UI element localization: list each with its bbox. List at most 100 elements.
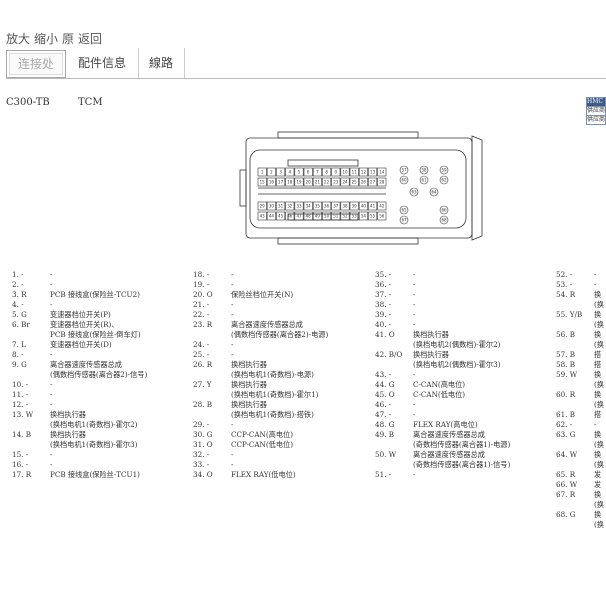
pin-number: 3. R bbox=[12, 290, 27, 299]
svg-text:49: 49 bbox=[315, 213, 321, 218]
pin-list-col3: 35. - -36. - -37. - -38. - -39. - -40. - -41. … bbox=[375, 270, 510, 480]
svg-text:15: 15 bbox=[260, 179, 266, 184]
pin-description: 换 (换 bbox=[594, 330, 604, 349]
svg-text:30: 30 bbox=[269, 203, 275, 208]
pin-number: 28. B bbox=[193, 400, 212, 409]
pin-description: - bbox=[413, 300, 416, 309]
pin-entry: 13. W 换档执行器 (换档电机1(奇数档)-霍尔2) bbox=[12, 410, 147, 430]
svg-text:18: 18 bbox=[287, 179, 293, 184]
pin-number: 43. - bbox=[375, 370, 392, 379]
pin-number: 54. R bbox=[556, 290, 576, 299]
pin-description: - bbox=[413, 290, 416, 299]
connector-pin-2: 2 bbox=[266, 167, 276, 177]
svg-text:24: 24 bbox=[342, 179, 348, 184]
connector-pin-16: 16 bbox=[266, 177, 276, 187]
pin-entry: 10. - - bbox=[12, 380, 147, 390]
pin-description: 离合器速度传感器总成 (偶数档传感器(离合器2)-信号) bbox=[50, 360, 148, 379]
connector-pin-31: 31 bbox=[276, 201, 286, 211]
svg-text:60: 60 bbox=[401, 177, 407, 182]
pin-description: - bbox=[50, 380, 53, 389]
connector-pin-11: 11 bbox=[349, 167, 359, 177]
pin-entry: 39. - - bbox=[375, 310, 510, 320]
pin-entry: 36. - - bbox=[375, 280, 510, 290]
pin-entry: 60. R 换 (换 bbox=[556, 390, 604, 410]
tab-wiring[interactable]: 線路 bbox=[138, 48, 185, 78]
zoom-in-link[interactable]: 放大 bbox=[6, 32, 30, 46]
svg-text:14: 14 bbox=[379, 169, 385, 174]
connector-pin-9: 9 bbox=[331, 167, 341, 177]
pin-description: - bbox=[413, 400, 416, 409]
pin-entry: 67. R 换 (换 bbox=[556, 490, 604, 510]
reset-link[interactable]: 原 bbox=[62, 32, 74, 46]
svg-text:65: 65 bbox=[401, 207, 407, 212]
pin-entry: 45. O C-CAN(低电位) bbox=[375, 390, 510, 400]
pin-description: - bbox=[231, 450, 234, 459]
pin-entry: 68. G 换 (换 bbox=[556, 510, 604, 530]
pin-entry: 63. G 换 (换 bbox=[556, 430, 604, 450]
pin-entry: 2. - - bbox=[12, 280, 147, 290]
connector-pin-50: 50 bbox=[322, 211, 332, 221]
connector-pin-63: 63 bbox=[409, 187, 419, 197]
svg-text:54: 54 bbox=[361, 213, 367, 218]
legend-row: 供应商 bbox=[586, 107, 606, 116]
tab-connector[interactable]: 连接处 bbox=[6, 50, 66, 78]
pin-number: 5. G bbox=[12, 310, 27, 319]
connector-pin-20: 20 bbox=[303, 177, 313, 187]
pin-entry: 18. - - bbox=[193, 270, 328, 280]
tab-bar: 连接处 配件信息 線路 bbox=[6, 48, 606, 79]
svg-text:37: 37 bbox=[333, 203, 339, 208]
pin-entry: 52. - - bbox=[556, 270, 604, 280]
pin-description: CCP-CAN(高电位) bbox=[231, 430, 294, 439]
pin-description: - bbox=[231, 280, 234, 289]
zoom-out-link[interactable]: 缩小 bbox=[34, 32, 58, 46]
svg-text:58: 58 bbox=[421, 167, 427, 172]
connector-pin-30: 30 bbox=[266, 201, 276, 211]
pin-entry: 65. R 发 bbox=[556, 470, 604, 480]
pin-number: 4. - bbox=[12, 300, 24, 309]
pin-number: 59. W bbox=[556, 370, 578, 379]
pin-number: 16. - bbox=[12, 460, 29, 469]
connector-pin-6: 6 bbox=[303, 167, 313, 177]
pin-description: - bbox=[413, 410, 416, 419]
pin-number: 42. B/O bbox=[375, 350, 403, 359]
connector-pin-10: 10 bbox=[340, 167, 350, 177]
pin-number: 41. O bbox=[375, 330, 395, 339]
pin-number: 20. O bbox=[193, 290, 213, 299]
pin-entry: 8. - - bbox=[12, 350, 147, 360]
svg-text:61: 61 bbox=[421, 177, 427, 182]
pin-entry: 22. - - bbox=[193, 310, 328, 320]
pin-entry: 57. B 搭 bbox=[556, 350, 604, 360]
pin-description: 换档执行器 (换档电机1(奇数档)-电源) bbox=[231, 360, 314, 379]
connector-pin-54: 54 bbox=[358, 211, 368, 221]
pin-entry: 19. - - bbox=[193, 280, 328, 290]
svg-text:66: 66 bbox=[441, 207, 447, 212]
pin-entry: 33. - - bbox=[193, 460, 328, 470]
connector-pin-39: 39 bbox=[349, 201, 359, 211]
pin-description: - bbox=[594, 270, 597, 279]
svg-text:51: 51 bbox=[333, 213, 339, 218]
pin-description: 离合器速度传感器总成 (奇数档传感器(离合器1)-电源) bbox=[413, 430, 511, 449]
connector-pin-27: 27 bbox=[368, 177, 378, 187]
svg-text:41: 41 bbox=[370, 203, 376, 208]
tab-parts-info[interactable]: 配件信息 bbox=[66, 48, 139, 78]
svg-text:48: 48 bbox=[306, 213, 312, 218]
connector-pin-59: 59 bbox=[439, 165, 449, 175]
pin-entry: 31. O CCP-CAN(低电位) bbox=[193, 440, 328, 450]
svg-text:28: 28 bbox=[379, 179, 385, 184]
pin-description: 换档执行器 (换档电机1(奇数档)-搭铁) bbox=[231, 400, 314, 419]
back-link[interactable]: 返回 bbox=[78, 32, 102, 46]
svg-text:23: 23 bbox=[333, 179, 339, 184]
connector-pin-53: 53 bbox=[349, 211, 359, 221]
svg-text:5: 5 bbox=[298, 169, 301, 174]
pin-number: 12. - bbox=[12, 400, 29, 409]
pin-description: 离合器速度传感器总成 (奇数档传感器(离合器1)-信号) bbox=[413, 450, 511, 469]
pin-description: - bbox=[50, 270, 53, 279]
svg-text:21: 21 bbox=[315, 179, 321, 184]
pin-description: FLEX RAY(高电位) bbox=[413, 420, 478, 429]
connector-pin-12: 12 bbox=[358, 167, 368, 177]
pin-description: - bbox=[50, 300, 53, 309]
pin-description: - bbox=[413, 270, 416, 279]
pin-description: 变速器档位开关(R)、 PCB 接线盒(保险丝-倒车灯) bbox=[50, 320, 141, 339]
pin-description: - bbox=[231, 310, 234, 319]
svg-text:1: 1 bbox=[261, 169, 264, 174]
